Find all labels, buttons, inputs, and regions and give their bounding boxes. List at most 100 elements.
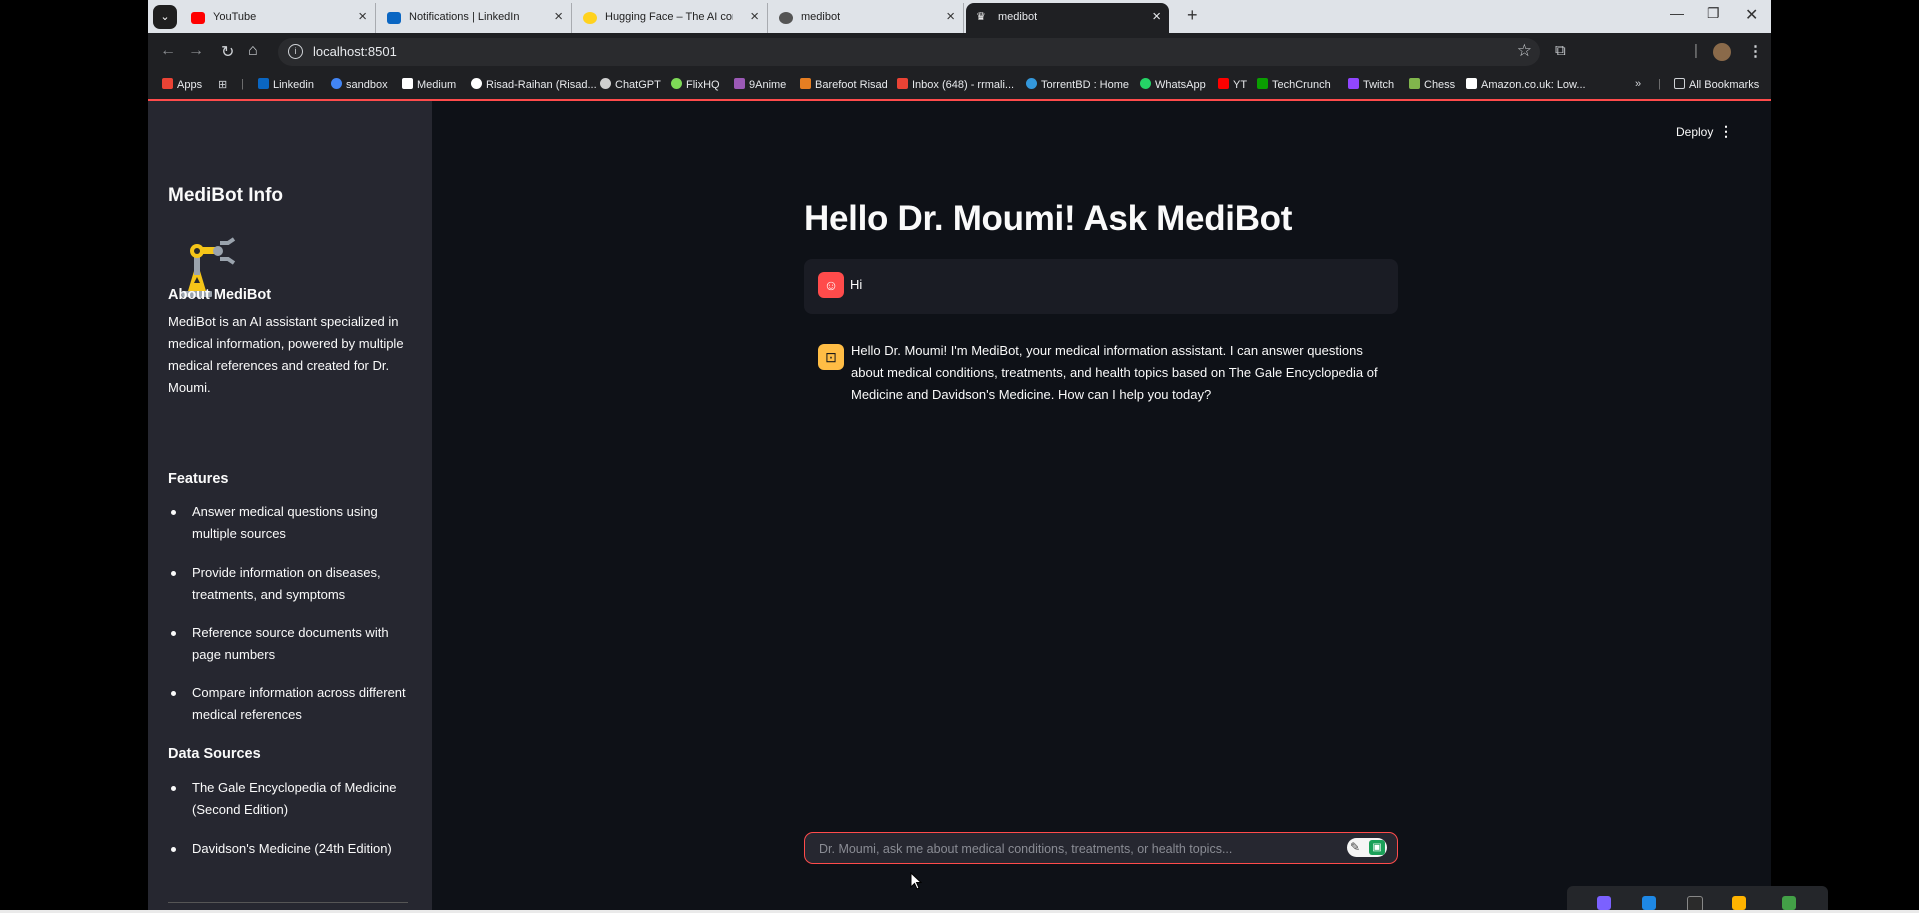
list-item: Davidson's Medicine (24th Edition) — [168, 838, 412, 860]
profile-avatar[interactable] — [1713, 43, 1731, 61]
user-avatar-icon: ☺ — [818, 272, 844, 298]
tab-medibot-active[interactable]: ♛ medibot × — [966, 3, 1169, 33]
close-tab-icon[interactable]: × — [554, 8, 563, 25]
more-bookmarks-icon[interactable]: » — [1635, 78, 1641, 90]
streamlit-icon — [779, 12, 793, 24]
message-text: Hello Dr. Moumi! I'm MediBot, your medic… — [851, 343, 1378, 402]
data-sources-heading: Data Sources — [168, 746, 261, 762]
bot-avatar-icon: ⊡ — [818, 344, 844, 370]
bookmark-sandbox[interactable]: sandbox — [331, 78, 388, 91]
app-icon[interactable] — [1597, 896, 1611, 910]
search-icon — [331, 78, 342, 89]
chat-input-box[interactable]: ✎ ▣ — [804, 832, 1398, 864]
tab-search-icon[interactable]: ⌄ — [153, 5, 177, 29]
app-icon[interactable] — [1732, 896, 1746, 910]
back-icon[interactable]: ← — [160, 42, 176, 60]
chatgpt-icon — [600, 78, 611, 89]
close-tab-icon[interactable]: × — [1152, 8, 1161, 25]
github-icon — [471, 78, 482, 89]
bookmark-yt[interactable]: YT — [1218, 78, 1247, 91]
bookmark-star-icon[interactable]: ☆ — [1517, 41, 1532, 61]
grid-icon[interactable]: ⊞ — [218, 78, 227, 91]
bookmark-gmail[interactable]: Inbox (648) - rrmali... — [897, 78, 1014, 91]
chat-input[interactable] — [817, 839, 1341, 859]
techcrunch-icon — [1257, 78, 1268, 89]
main-content: Deploy ⋮ Hello Dr. Moumi! Ask MediBot ☺ … — [432, 101, 1771, 913]
url-text[interactable]: localhost:8501 — [313, 44, 397, 59]
flixhq-icon — [671, 78, 682, 89]
bookmark-medium[interactable]: Medium — [402, 78, 456, 91]
bookmark-torrentbd[interactable]: TorrentBD : Home — [1026, 78, 1129, 91]
close-tab-icon[interactable]: × — [358, 8, 367, 25]
bookmark-techcrunch[interactable]: TechCrunch — [1257, 78, 1331, 91]
list-item: Answer medical questions using multiple … — [168, 501, 412, 545]
bookmark-9anime[interactable]: 9Anime — [734, 78, 786, 91]
app-icon[interactable] — [1782, 896, 1796, 910]
bookmark-barefoot[interactable]: Barefoot Risad — [800, 78, 888, 91]
edit-icon[interactable]: ✎ — [1350, 840, 1360, 854]
list-item: The Gale Encyclopedia of Medicine (Secon… — [168, 777, 412, 821]
app-icon[interactable] — [1642, 896, 1656, 910]
tab-title: Notifications | LinkedIn — [409, 11, 520, 23]
tab-title: medibot — [998, 11, 1038, 23]
separator: | — [1694, 42, 1698, 59]
page-title: Hello Dr. Moumi! Ask MediBot — [804, 199, 1293, 238]
new-tab-icon[interactable]: + — [1187, 5, 1198, 26]
medium-icon — [402, 78, 413, 89]
tab-hugging-face[interactable]: Hugging Face – The AI commu × — [573, 3, 768, 33]
bookmarks-bar: Apps ⊞ | Linkedin sandbox Medium Risad-R… — [148, 71, 1771, 101]
twitch-icon — [1348, 78, 1359, 89]
bookmark-amazon[interactable]: Amazon.co.uk: Low... — [1466, 78, 1586, 91]
bookmark-chess[interactable]: Chess — [1409, 78, 1455, 91]
browser-toolbar: ← → ↻ ⌂ i localhost:8501 ☆ ⧉ | ⋮ — [148, 33, 1771, 71]
extension-icon[interactable]: ▣ — [1369, 840, 1385, 855]
features-heading: Features — [168, 471, 229, 487]
restore-icon[interactable]: ❐ — [1707, 5, 1720, 22]
tab-title: Hugging Face – The AI commu — [605, 11, 733, 23]
deploy-button[interactable]: Deploy — [1676, 125, 1713, 139]
address-bar[interactable]: i localhost:8501 ☆ — [278, 38, 1540, 66]
message-text: Hi — [850, 277, 863, 292]
list-item: Provide information on diseases, treatme… — [168, 562, 412, 606]
bookmark-whatsapp[interactable]: WhatsApp — [1140, 78, 1206, 91]
linkedin-icon — [258, 78, 269, 89]
whatsapp-icon — [1140, 78, 1151, 89]
tab-youtube[interactable]: YouTube × — [181, 3, 376, 33]
all-bookmarks[interactable]: All Bookmarks — [1674, 78, 1759, 91]
input-extension-buttons[interactable]: ✎ ▣ — [1347, 838, 1387, 857]
hugging-face-icon — [583, 12, 597, 24]
tab-title: YouTube — [213, 11, 257, 23]
bookmark-apps[interactable]: Apps — [162, 78, 202, 91]
apps-grid-icon — [162, 78, 173, 89]
forward-icon[interactable]: → — [188, 42, 204, 60]
torrentbd-icon — [1026, 78, 1037, 89]
close-tab-icon[interactable]: × — [750, 8, 759, 25]
chess-icon — [1409, 78, 1420, 89]
tab-linkedin[interactable]: Notifications | LinkedIn × — [377, 3, 572, 33]
close-tab-icon[interactable]: × — [946, 8, 955, 25]
reload-icon[interactable]: ↻ — [221, 42, 234, 62]
bookmark-github[interactable]: Risad-Raihan (Risad... — [471, 78, 597, 91]
extensions-icon[interactable]: ⧉ — [1555, 42, 1566, 59]
tab-medibot[interactable]: medibot × — [769, 3, 964, 33]
mouse-cursor-icon — [910, 872, 922, 890]
amazon-icon — [1466, 78, 1477, 89]
bookmark-linkedin[interactable]: Linkedin — [258, 78, 314, 91]
bookmark-twitch[interactable]: Twitch — [1348, 78, 1394, 91]
gmail-icon — [897, 78, 908, 89]
about-heading: About MediBot — [168, 287, 272, 303]
browser-menu-icon[interactable]: ⋮ — [1748, 42, 1763, 60]
separator: | — [1658, 78, 1661, 90]
site-info-icon[interactable]: i — [288, 44, 303, 59]
about-text: MediBot is an AI assistant specialized i… — [168, 314, 404, 395]
main-menu-icon[interactable]: ⋮ — [1719, 123, 1733, 140]
home-icon[interactable]: ⌂ — [248, 42, 258, 60]
folder-icon — [1674, 78, 1685, 89]
bookmark-flixhq[interactable]: FlixHQ — [671, 78, 720, 91]
sidebar: MediBot Info About MediBot MediBot is an… — [148, 101, 432, 913]
close-window-icon[interactable]: ✕ — [1745, 5, 1758, 25]
bookmark-chatgpt[interactable]: ChatGPT — [600, 78, 661, 91]
youtube-icon — [191, 12, 205, 24]
minimize-icon[interactable]: — — [1670, 5, 1684, 21]
youtube-icon — [1218, 78, 1229, 89]
